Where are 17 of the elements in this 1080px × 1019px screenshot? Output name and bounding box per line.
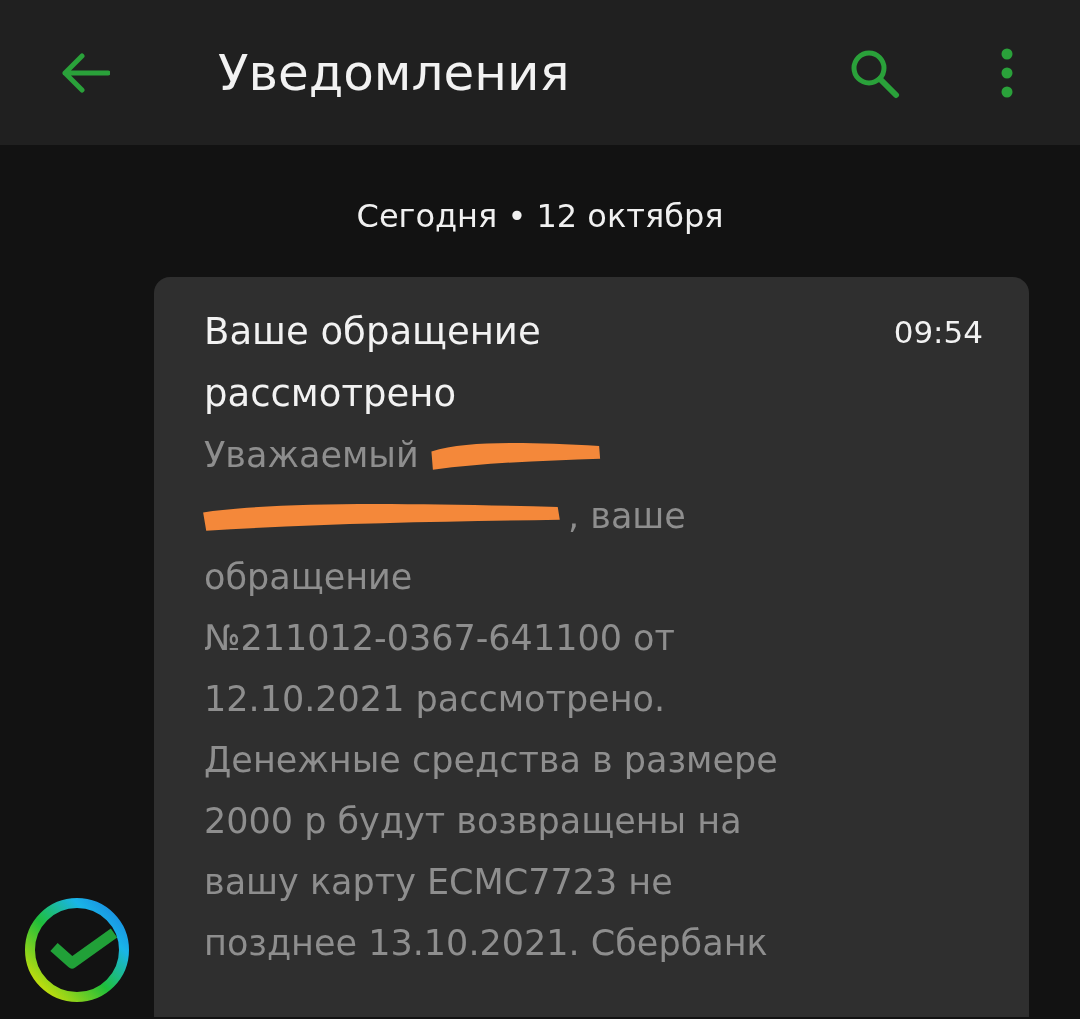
message-text: вашу карту ЕСМС7723 не: [204, 861, 673, 904]
message-time: 09:54: [893, 313, 983, 352]
message-text: позднее 13.10.2021. Сбербанк: [204, 922, 768, 965]
message-text: 12.10.2021 рассмотрено.: [204, 678, 666, 721]
message-text: , ваше: [568, 495, 686, 538]
back-arrow-icon[interactable]: [60, 52, 110, 93]
message-text: Денежные средства в размере: [204, 739, 778, 782]
message-text: обращение: [204, 556, 413, 599]
message-text: №211012-0367-641100 от: [204, 617, 675, 660]
screen-title: Уведомления: [218, 43, 571, 102]
sender-logo-icon: [22, 895, 132, 1005]
message-text: Уважаемый: [204, 434, 419, 477]
more-menu-icon[interactable]: [1000, 47, 1014, 98]
message-title: Ваше обращение рассмотрено: [204, 309, 542, 417]
message-card[interactable]: [154, 277, 1029, 1017]
message-text: 2000 р будут возвращены на: [204, 800, 742, 843]
date-label: Сегодня • 12 октября: [355, 197, 725, 235]
